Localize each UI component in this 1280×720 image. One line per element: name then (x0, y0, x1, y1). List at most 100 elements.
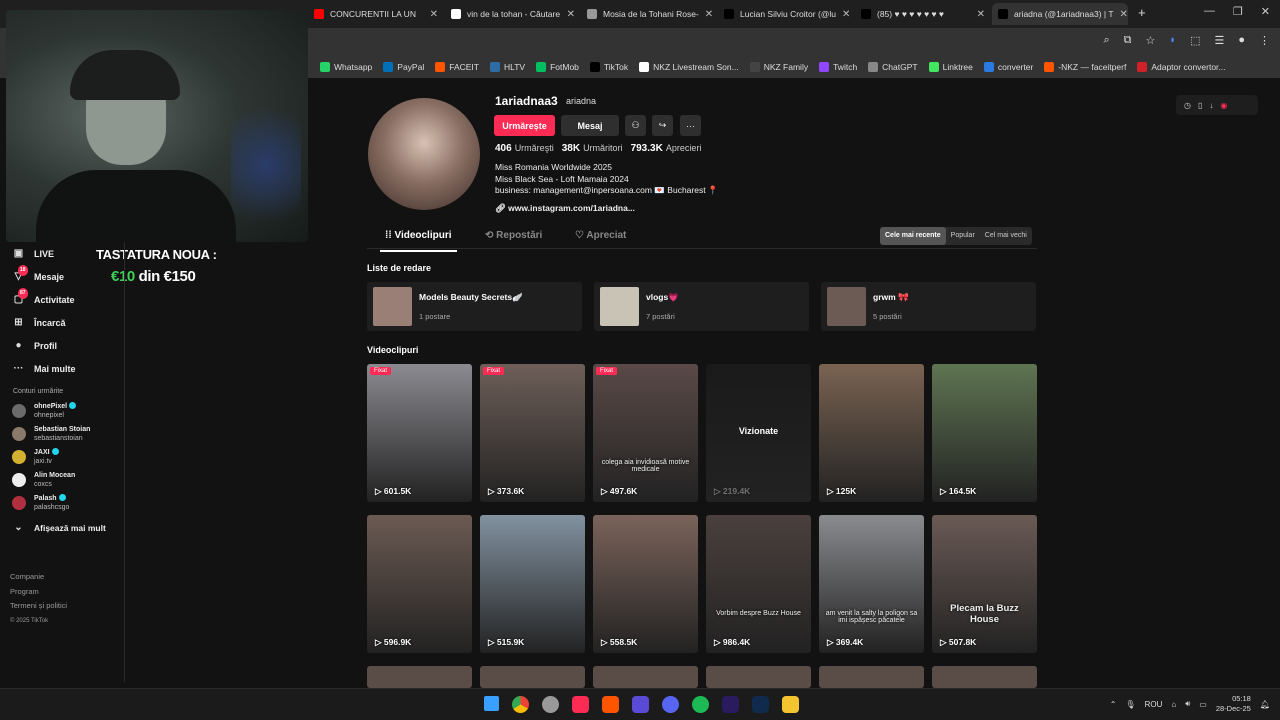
profile-avatar[interactable] (368, 98, 480, 210)
browser-tab[interactable]: CONCURENTII LA UN ✕ (308, 3, 444, 25)
chrome-icon[interactable] (512, 696, 529, 713)
video-card[interactable]: ▷ 164.5K (932, 364, 1037, 502)
video-card[interactable] (819, 666, 924, 688)
windows-start-icon[interactable] (484, 696, 499, 711)
video-card[interactable]: ▷ 515.9K (480, 515, 585, 653)
discord-icon[interactable] (662, 696, 679, 713)
tab-close-icon[interactable]: ✕ (430, 9, 438, 20)
video-card[interactable]: Vorbim despre Buzz House ▷ 986.4K (706, 515, 811, 653)
sidebar-nav-item[interactable]: ● Profil (0, 334, 124, 357)
playlist-card[interactable]: grwm 🎀 5 postări (821, 282, 1036, 331)
bookmark-star-icon[interactable]: ☆ (1146, 34, 1156, 47)
browser-tab[interactable]: vin de la tohan - Căutare ✕ (445, 3, 581, 25)
sort-latest[interactable]: Cele mai recente (880, 227, 946, 245)
followed-account[interactable]: Alin Mocean coxcs (0, 468, 124, 491)
video-card[interactable] (480, 666, 585, 688)
bookmark-item[interactable]: NKZ Livestream Son... (639, 62, 739, 72)
video-card[interactable]: Fixat ▷ 373.6K (480, 364, 585, 502)
video-card[interactable]: ▷ 125K (819, 364, 924, 502)
sidebar-nav-item[interactable]: ··· Mai multe (0, 357, 124, 380)
profile-avatar-icon[interactable]: ● (1238, 34, 1245, 47)
video-card[interactable]: Fixat colega aia invidioasă motive medica… (593, 364, 698, 502)
bookmark-item[interactable]: -NKZ — faceitperf (1044, 62, 1126, 72)
sidebar-nav-item[interactable]: ▢ 87 Activitate (0, 288, 124, 311)
tab-close-icon[interactable]: ✕ (567, 9, 575, 20)
new-tab-button[interactable]: + (1138, 5, 1146, 20)
timer-icon[interactable]: ◷ (1184, 101, 1191, 110)
bookmark-item[interactable]: Adaptor convertor... (1137, 62, 1226, 72)
message-button[interactable]: Mesaj (561, 115, 619, 136)
bookmark-item[interactable]: Linktree (928, 62, 973, 72)
phone-icon[interactable]: ▯ (1198, 101, 1202, 110)
share-icon[interactable]: ↪ (652, 115, 673, 136)
clock[interactable]: 05:18 28-Dec-25 (1216, 694, 1251, 714)
tab-close-icon[interactable]: ✕ (842, 9, 850, 20)
video-card[interactable] (367, 666, 472, 688)
zoom-icon[interactable]: ⌕ (1104, 34, 1110, 47)
profile-link[interactable]: 🔗︎ www.instagram.com/1ariadna... (495, 203, 635, 214)
footer-link[interactable]: Companie (10, 570, 67, 585)
tab-liked[interactable]: ♡ Apreciat (575, 230, 626, 241)
faceit-icon[interactable] (602, 696, 619, 713)
steam-icon[interactable] (542, 696, 559, 713)
tab-close-icon[interactable]: ✕ (1120, 9, 1128, 20)
bookmark-item[interactable]: ChatGPT (868, 62, 918, 72)
playlist-card[interactable]: Models Beauty Secrets🪽 1 postare (367, 282, 582, 331)
video-card[interactable]: ▷ 558.5K (593, 515, 698, 653)
bookmark-item[interactable]: TikTok (589, 62, 628, 72)
followed-account[interactable]: Sebastian Stoian sebastianstoian (0, 422, 124, 445)
mic-icon[interactable]: 🎙︎ (1125, 700, 1135, 709)
spotify-icon[interactable] (692, 696, 709, 713)
bookmark-item[interactable]: FotMob (536, 62, 579, 72)
bookmark-item[interactable]: converter (983, 62, 1033, 72)
followed-account[interactable]: Palash palashcsgo (0, 491, 124, 514)
extension-icon[interactable]: ◗ (1169, 34, 1176, 47)
bookmark-item[interactable]: HLTV (489, 62, 525, 72)
tab-close-icon[interactable]: ✕ (705, 9, 713, 20)
record-icon[interactable]: ◉ (1220, 101, 1227, 110)
tiktok-app-icon[interactable] (572, 696, 589, 713)
sidebar-nav-item[interactable]: ⊞ Încarcă (0, 311, 124, 334)
follow-button[interactable]: Urmărește (494, 115, 555, 136)
followed-account[interactable]: JAXI jaxi.tv (0, 445, 124, 468)
network-icon[interactable]: ⌂ (1171, 700, 1176, 709)
download-icon[interactable]: ↓ (1209, 101, 1213, 110)
tab-list-icon[interactable]: ☰ (1214, 34, 1224, 47)
suggest-account-icon[interactable]: ⚇ (625, 115, 646, 136)
video-card[interactable]: Vizionate ▷ 219.4K (706, 364, 811, 502)
profile-stat[interactable]: 38K Urmăritori (562, 143, 623, 154)
bookmark-item[interactable]: NKZ Family (749, 62, 808, 72)
video-card[interactable]: Fixat ▷ 601.5K (367, 364, 472, 502)
more-options-icon[interactable]: ··· (680, 115, 701, 136)
browser-tab[interactable]: ariadna (@1ariadnaa3) | T ✕ (992, 3, 1128, 25)
bookmark-item[interactable]: PayPal (383, 62, 424, 72)
playlist-card[interactable]: vlogs💗 7 postări (594, 282, 809, 331)
tab-close-icon[interactable]: ✕ (977, 9, 985, 20)
tray-chevron-icon[interactable]: ⌃ (1110, 700, 1117, 709)
video-card[interactable]: am venit la salty la poligon sa imi ispă… (819, 515, 924, 653)
footer-link[interactable]: Program (10, 585, 67, 600)
file-explorer-icon[interactable] (782, 696, 799, 713)
battery-icon[interactable]: ▭ (1199, 700, 1207, 709)
video-card[interactable] (932, 666, 1037, 688)
browser-tab[interactable]: (85) ♥ ♥ ♥ ♥ ♥ ♥ ♥ ✕ (855, 3, 991, 25)
bookmark-item[interactable]: FACEIT (435, 62, 479, 72)
bookmark-item[interactable]: Twitch (819, 62, 857, 72)
sidebar-nav-item[interactable]: ▣ LIVE (0, 242, 124, 265)
volume-icon[interactable]: 🔊︎ (1185, 699, 1190, 709)
minimize-icon[interactable]: — (1204, 5, 1215, 18)
bookmark-item[interactable]: Whatsapp (320, 62, 372, 72)
video-card[interactable] (593, 666, 698, 688)
video-card[interactable]: Plecam la Buzz House ▷ 507.8K (932, 515, 1037, 653)
profile-stat[interactable]: 406 Urmăreşti (495, 143, 554, 154)
maximize-icon[interactable]: ❐ (1233, 5, 1243, 18)
tab-videos[interactable]: ⁞⁞ Videoclipuri (380, 230, 456, 252)
menu-icon[interactable]: ⋮ (1259, 34, 1270, 47)
sort-popular[interactable]: Popular (946, 227, 980, 245)
sidebar-nav-item[interactable]: ▽ 18 Mesaje (0, 265, 124, 288)
followed-account[interactable]: ohnePixel ohnepixel (0, 399, 124, 422)
sort-oldest[interactable]: Cel mai vechi (980, 227, 1032, 245)
install-icon[interactable]: ⧉ (1124, 34, 1132, 47)
browser-tab[interactable]: Lucian Silviu Croitor (@lu ✕ (718, 3, 854, 25)
video-card[interactable]: ▷ 596.9K (367, 515, 472, 653)
